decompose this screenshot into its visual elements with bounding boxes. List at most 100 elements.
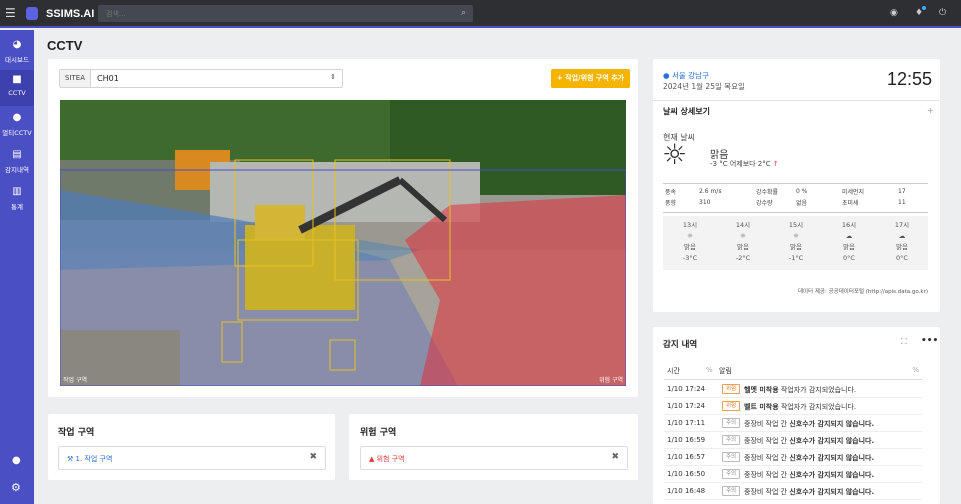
alert-bold: 신호수가 감지되지 않습니다. xyxy=(789,488,875,496)
notification-dot xyxy=(922,6,926,10)
search-bar[interactable]: ⌕ xyxy=(98,5,473,22)
power-icon[interactable]: ⏻ xyxy=(939,8,946,18)
cctv-feed[interactable]: 작업 구역 위험 구역 xyxy=(60,100,626,386)
forecast-temp: -3°C xyxy=(682,254,698,262)
divider xyxy=(663,183,928,184)
logo-icon xyxy=(26,7,38,20)
brand-name: SSIMS.AI xyxy=(46,8,95,20)
danger-badge: 위험 xyxy=(722,384,741,394)
forecast-hour: 16시 xyxy=(841,221,857,229)
alert-row[interactable]: 1/10 16:50 주의 중장비 작업 간 신호수가 감지되지 않습니다. xyxy=(664,466,922,483)
alert-text: 중장비 작업 간 xyxy=(744,437,790,445)
stat-label: 강수량 xyxy=(756,200,773,207)
forecast-condition: 맑음 xyxy=(684,243,696,251)
document-icon: ▤ xyxy=(12,149,22,160)
alert-text: 중장비 작업 간 xyxy=(744,471,790,479)
sidebar-item-detection[interactable]: ▤ 감지내역 xyxy=(0,145,34,181)
danger-badge: 위험 xyxy=(722,401,741,411)
forecast-item: 16시 ☁ 맑음 0°C xyxy=(829,220,869,264)
alert-row[interactable]: 1/10 17:11 주의 중장비 작업 간 신호수가 감지되지 않습니다. xyxy=(664,415,922,432)
sun-icon: ☼ xyxy=(662,138,688,171)
forecast-hour: 15시 xyxy=(788,221,804,229)
work-zone-item-label: 1. 작업 구역 xyxy=(75,455,113,463)
channel-value: CH01 xyxy=(97,74,119,83)
danger-zone-title: 위험 구역 xyxy=(360,428,397,438)
sidebar: ◕ 대시보드 ■ CCTV ● 멀티CCTV ▤ 감지내역 ▥ 통계 ● ⚙ xyxy=(0,30,34,504)
camera-icon: ■ xyxy=(12,74,22,85)
col-alert: 알림 xyxy=(719,367,732,375)
alert-message: 중장비 작업 간 신호수가 감지되지 않습니다. xyxy=(744,470,874,480)
more-icon[interactable]: ••• xyxy=(921,336,938,346)
alerts-list: 1/10 17:24 위험 헬멧 미착용 작업자가 감지되었습니다. 1/10 … xyxy=(664,381,922,500)
danger-zone-item-label: 위험 구역 xyxy=(376,455,405,463)
work-zone-item[interactable]: ⚒ 1. 작업 구역 ✖ xyxy=(58,446,326,470)
alert-row[interactable]: 1/10 17:24 위험 벨트 미착용 작업자가 감지되었습니다. xyxy=(664,398,922,415)
weather-location: ● 서울 강남구 xyxy=(663,70,709,81)
page-title: CCTV xyxy=(47,38,83,53)
expand-icon[interactable]: + xyxy=(927,106,934,115)
sidebar-item-multi-cctv[interactable]: ● 멀티CCTV xyxy=(0,108,34,144)
danger-zone-label: 위험 구역 xyxy=(599,377,623,384)
search-icon[interactable]: ⌕ xyxy=(461,8,466,18)
divider xyxy=(653,100,940,101)
add-zone-button[interactable]: + 작업/위험 구역 추가 xyxy=(551,69,630,88)
alert-row[interactable]: 1/10 17:24 위험 헬멧 미착용 작업자가 감지되었습니다. xyxy=(664,381,922,398)
fullscreen-icon[interactable]: ⛶ xyxy=(901,337,907,347)
sidebar-item-label: 대시보드 xyxy=(5,56,29,64)
alert-row[interactable]: 1/10 16:59 주의 중장비 작업 간 신호수가 감지되지 않습니다. xyxy=(664,432,922,449)
data-source: 데이터 제공: 공공데이터포털 (http://apis.data.go.kr) xyxy=(797,289,928,295)
sort-icon[interactable]: % xyxy=(912,366,919,374)
gear-icon[interactable]: ⚙ xyxy=(11,481,21,494)
alert-bold: 벨트 미착용 xyxy=(744,403,779,411)
alert-row[interactable]: 1/10 16:48 주의 중장비 작업 간 신호수가 감지되지 않습니다. xyxy=(664,483,922,500)
col-time: 시간 xyxy=(667,367,680,375)
stat-value: 2.6 m/s xyxy=(699,188,722,195)
weather-detail-title: 날씨 상세보기 xyxy=(663,107,710,116)
forecast-condition: 맑음 xyxy=(843,243,855,251)
sidebar-item-stats[interactable]: ▥ 통계 xyxy=(0,182,34,218)
warning-icon: ▲ xyxy=(369,455,377,463)
close-icon[interactable]: ✖ xyxy=(611,452,619,462)
danger-zone-item[interactable]: ▲ 위험 구역 ✖ xyxy=(360,446,628,470)
user-icon[interactable]: ● xyxy=(12,455,21,466)
sidebar-item-label: 통계 xyxy=(11,203,23,211)
alert-time: 1/10 16:50 xyxy=(667,470,706,478)
alert-text: 중장비 작업 간 xyxy=(744,420,790,428)
alert-message: 헬멧 미착용 작업자가 감지되었습니다. xyxy=(744,385,856,395)
globe-icon[interactable]: ◉ xyxy=(890,8,898,18)
menu-icon[interactable]: ☰ xyxy=(5,6,19,20)
alert-message: 벨트 미착용 작업자가 감지되었습니다. xyxy=(744,402,856,412)
search-input[interactable] xyxy=(106,7,446,20)
stat-label: 초미세 xyxy=(842,200,859,207)
forecast-condition: 맑음 xyxy=(790,243,802,251)
weather-date: 2024년 1월 25일 목요일 xyxy=(663,82,745,91)
sidebar-item-label: 멀티CCTV xyxy=(2,129,32,137)
alerts-header: 시간 % 알림 % xyxy=(664,366,922,380)
forecast-condition: 맑음 xyxy=(896,243,908,251)
alert-bold: 신호수가 감지되지 않습니다. xyxy=(789,471,875,479)
dashboard-icon: ◕ xyxy=(12,39,22,50)
stat-label: 풍향 xyxy=(665,200,677,207)
stat-value: 11 xyxy=(898,199,906,206)
close-icon[interactable]: ✖ xyxy=(309,452,317,462)
add-zone-label: 작업/위험 구역 추가 xyxy=(565,74,625,82)
alert-row[interactable]: 1/10 16:57 주의 중장비 작업 간 신호수가 감지되지 않습니다. xyxy=(664,449,922,466)
caution-badge: 주의 xyxy=(722,469,741,479)
forecast-hour: 14시 xyxy=(735,221,751,229)
alert-time: 1/10 17:24 xyxy=(667,402,706,410)
channel-select[interactable]: SITEA CH01 ⇕ xyxy=(59,69,343,88)
hammer-icon: ⚒ xyxy=(67,455,76,463)
stats-row: 풍속 2.6 m/s 강수확률 0 % 미세먼지 17 xyxy=(665,186,925,197)
alert-text: 작업자가 감지되었습니다. xyxy=(778,403,857,411)
sidebar-item-cctv[interactable]: ■ CCTV xyxy=(0,70,34,106)
sun-icon: ☼ xyxy=(740,232,746,240)
sidebar-item-dashboard[interactable]: ◕ 대시보드 xyxy=(0,35,34,71)
sort-icon[interactable]: % xyxy=(706,366,713,374)
stat-label: 풍속 xyxy=(665,189,677,196)
forecast-item: 14시 ☼ 맑음 -2°C xyxy=(723,220,763,264)
location-text: 서울 강남구 xyxy=(671,71,709,80)
caution-badge: 주의 xyxy=(722,452,741,462)
forecast-temp: 0°C xyxy=(896,254,908,262)
alert-bold: 신호수가 감지되지 않습니다. xyxy=(789,420,875,428)
alert-time: 1/10 16:48 xyxy=(667,487,706,495)
